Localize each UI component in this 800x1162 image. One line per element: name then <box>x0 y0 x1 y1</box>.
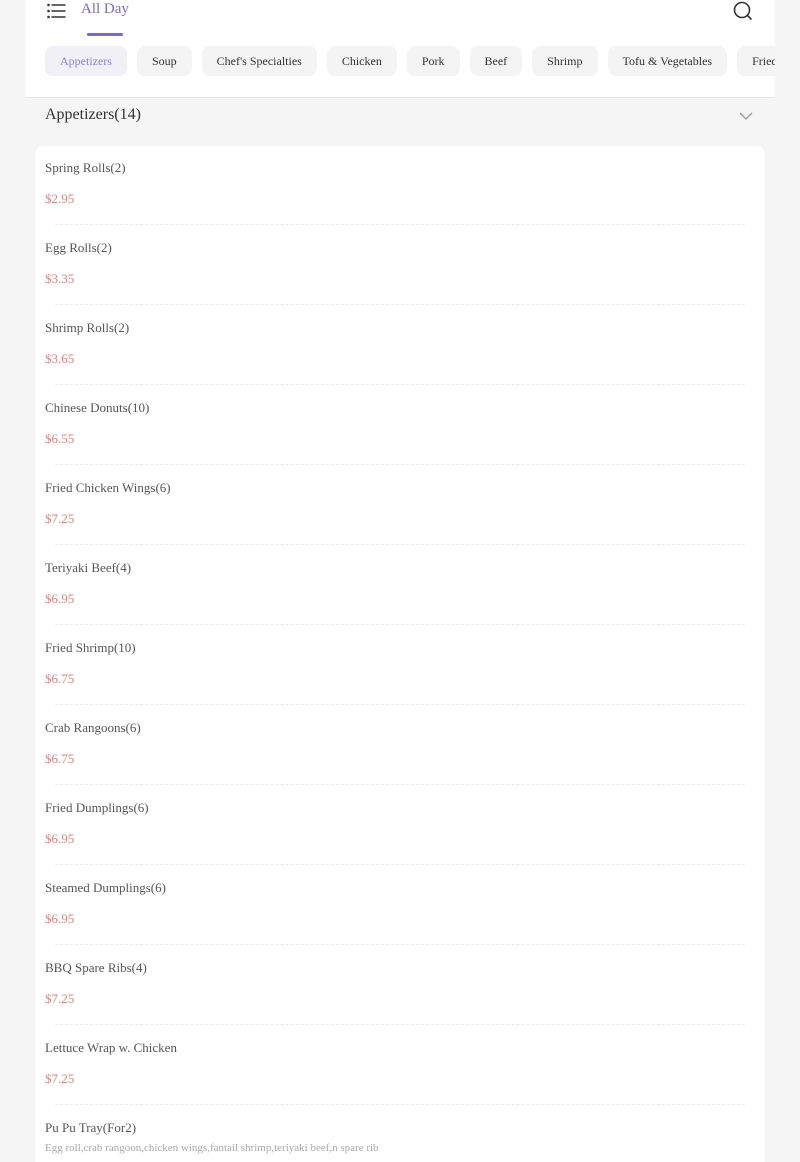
item-divider <box>55 864 745 865</box>
menu-item-description: Egg roll,crab rangoon,chicken wings,fant… <box>45 1142 379 1154</box>
item-divider <box>55 784 745 785</box>
menu-item[interactable]: Steamed Dumplings(6) $6.95 <box>35 866 765 946</box>
category-chip-shrimp[interactable]: Shrimp <box>532 46 598 76</box>
menu-item-price: $6.55 <box>45 431 75 446</box>
item-divider <box>55 304 745 305</box>
menu-item-price: $6.95 <box>45 591 75 606</box>
menu-item-name: Lettuce Wrap w. Chicken <box>45 1040 177 1055</box>
category-chip-appetizers[interactable]: Appetizers <box>45 46 127 76</box>
top-header: All Day Appetizers Soup Chef's Specialties… <box>25 0 775 98</box>
menu-item-price: $7.25 <box>45 1071 75 1086</box>
menu-item-price: $3.65 <box>45 351 75 366</box>
category-chip-chicken[interactable]: Chicken <box>326 46 397 76</box>
menu-item-name: Spring Rolls(2) <box>45 160 126 175</box>
menu-item[interactable]: Fried Chicken Wings(6) $7.25 <box>35 466 765 546</box>
section-header-appetizers[interactable]: Appetizers(14) <box>25 99 775 135</box>
menu-item[interactable]: Shrimp Rolls(2) $3.65 <box>35 306 765 386</box>
item-divider <box>55 1104 745 1105</box>
search-icon[interactable] <box>731 0 755 22</box>
menu-item-name: Steamed Dumplings(6) <box>45 880 166 895</box>
menu-item[interactable]: Pu Pu Tray(For2) Egg roll,crab rangoon,ch… <box>35 1106 765 1162</box>
menu-item-name: Crab Rangoons(6) <box>45 720 141 735</box>
menu-item-name: Fried Chicken Wings(6) <box>45 480 171 495</box>
menu-item-price: $7.25 <box>45 991 75 1006</box>
menu-item-name: Shrimp Rolls(2) <box>45 320 130 335</box>
menu-item-price: $2.95 <box>45 191 75 206</box>
item-divider <box>55 384 745 385</box>
item-divider <box>55 624 745 625</box>
category-chip-soup[interactable]: Soup <box>136 46 192 76</box>
menu-item[interactable]: Egg Rolls(2) $3.35 <box>35 226 765 306</box>
menu-item-price: $6.75 <box>45 751 75 766</box>
menu-item-price: $3.35 <box>45 271 75 286</box>
chevron-down-icon <box>739 112 753 120</box>
menu-item[interactable]: Fried Dumplings(6) $6.95 <box>35 786 765 866</box>
section-title: Appetizers(14) <box>45 106 141 123</box>
menu-item-price: $7.25 <box>45 511 75 526</box>
menu-item-name: Pu Pu Tray(For2) <box>45 1120 137 1135</box>
category-chip-chef-s-specialties[interactable]: Chef's Specialties <box>201 46 317 76</box>
menu-item-name: Fried Shrimp(10) <box>45 640 136 655</box>
menu-item-name: Teriyaki Beef(4) <box>45 560 132 575</box>
item-divider <box>55 544 745 545</box>
menu-item-name: Fried Dumplings(6) <box>45 800 149 815</box>
menu-item-price: $6.95 <box>45 831 75 846</box>
menu-item[interactable]: Fried Shrimp(10) $6.75 <box>35 626 765 706</box>
category-chip-tofu-vegetables[interactable]: Tofu & Vegetables <box>607 46 728 76</box>
menu-item-price: $6.75 <box>45 671 75 686</box>
menu-item[interactable]: Crab Rangoons(6) $6.75 <box>35 706 765 786</box>
category-chip-beef[interactable]: Beef <box>469 46 523 76</box>
menu-item[interactable]: Spring Rolls(2) $2.95 <box>35 146 765 226</box>
hamburger-menu-icon[interactable] <box>46 1 68 21</box>
menu-item-name: Chinese Donuts(10) <box>45 400 150 415</box>
menu-item[interactable]: Teriyaki Beef(4) $6.95 <box>35 546 765 626</box>
item-divider <box>55 224 745 225</box>
menu-item[interactable]: BBQ Spare Ribs(4) $7.25 <box>35 946 765 1026</box>
menu-item[interactable]: Chinese Donuts(10) $6.55 <box>35 386 765 466</box>
menu-item[interactable]: Lettuce Wrap w. Chicken $7.25 <box>35 1026 765 1106</box>
item-divider <box>55 1024 745 1025</box>
category-chip-pork[interactable]: Pork <box>406 46 460 76</box>
active-tab-indicator <box>87 33 123 36</box>
menu-item-list: Spring Rolls(2) $2.95 Egg Rolls(2) $3.35 Shr… <box>35 146 765 1162</box>
item-divider <box>55 944 745 945</box>
category-bar: Appetizers Soup Chef's Specialties Chicken P… <box>45 46 775 76</box>
item-divider <box>55 464 745 465</box>
item-divider <box>55 704 745 705</box>
tab-all-day-label: All Day <box>81 1 129 17</box>
menu-item-price: $6.95 <box>45 911 75 926</box>
category-chip-fried-rice[interactable]: Fried Rice <box>737 46 775 76</box>
menu-item-name: BBQ Spare Ribs(4) <box>45 960 147 975</box>
menu-item-name: Egg Rolls(2) <box>45 240 112 255</box>
